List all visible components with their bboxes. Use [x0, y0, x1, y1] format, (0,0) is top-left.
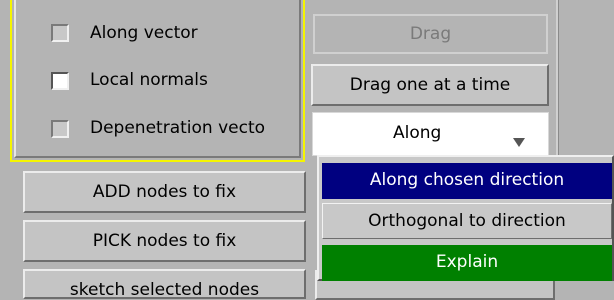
- menu-item-orthogonal-to-direction[interactable]: Orthogonal to direction: [322, 203, 612, 239]
- direction-select-value: Along: [393, 123, 442, 143]
- label-depenetration-vector: Depenetration vecto: [90, 118, 266, 138]
- sketch-selected-nodes-button[interactable]: sketch selected nodes: [23, 269, 306, 299]
- drag-one-at-a-time-button[interactable]: Drag one at a time: [311, 64, 549, 106]
- menu-item-along-chosen-direction[interactable]: Along chosen direction: [322, 163, 612, 199]
- dropdown-arrow-icon[interactable]: [513, 138, 525, 147]
- label-local-normals: Local normals: [90, 70, 208, 90]
- add-nodes-to-fix-button[interactable]: ADD nodes to fix: [23, 171, 306, 213]
- menu-item-explain[interactable]: Explain: [322, 245, 612, 281]
- right-side-panel: [558, 0, 614, 170]
- checkbox-local-normals[interactable]: [51, 72, 69, 90]
- direction-select[interactable]: Along: [312, 112, 549, 156]
- pick-nodes-to-fix-button[interactable]: PICK nodes to fix: [23, 220, 306, 262]
- checkbox-depenetration-vector[interactable]: [51, 120, 69, 138]
- checkbox-along-vector[interactable]: [51, 24, 69, 42]
- label-along-vector: Along vector: [90, 23, 198, 43]
- drag-button[interactable]: Drag: [313, 14, 548, 54]
